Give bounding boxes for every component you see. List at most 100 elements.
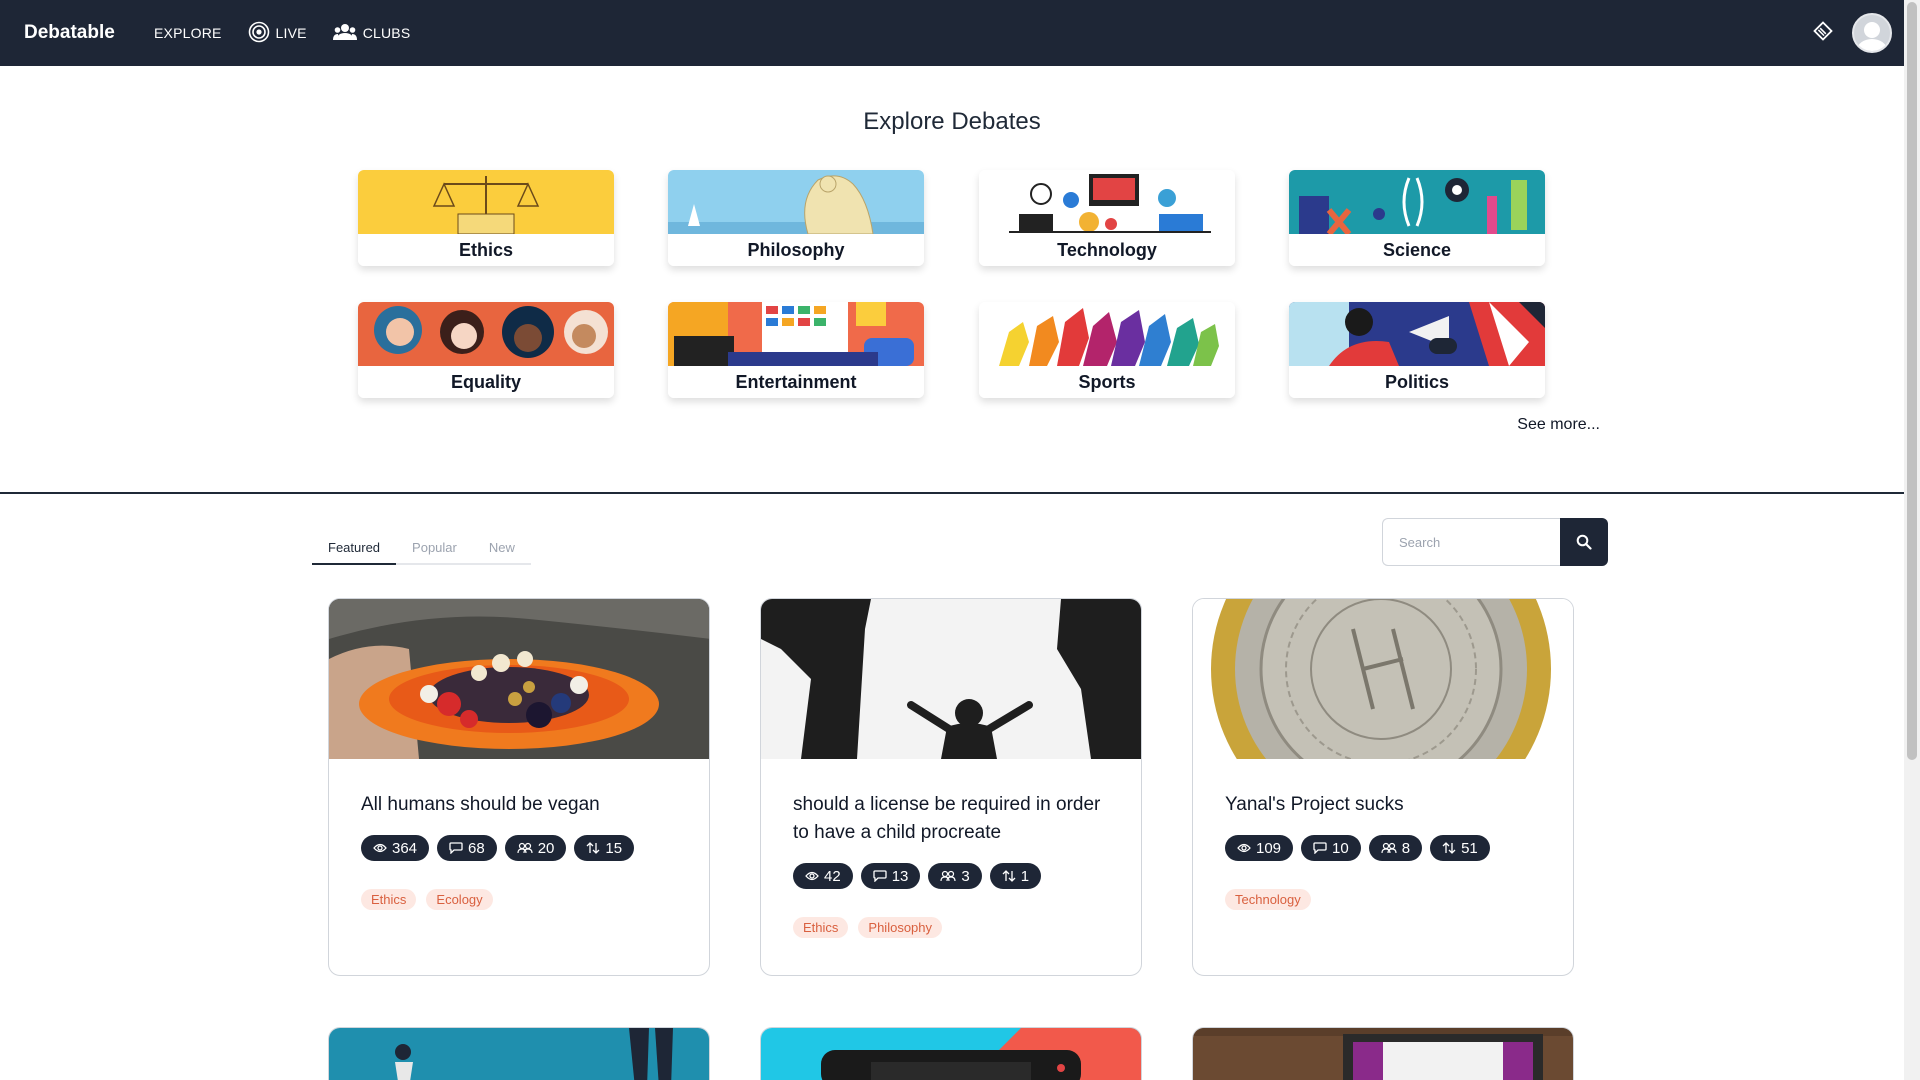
category-card-entertainment[interactable]: Entertainment bbox=[668, 302, 924, 398]
theme-toggle-icon[interactable] bbox=[1812, 20, 1834, 47]
votes-badge: 51 bbox=[1430, 835, 1490, 861]
tab-new[interactable]: New bbox=[473, 532, 531, 563]
tab-popular[interactable]: Popular bbox=[396, 532, 473, 563]
debate-card[interactable]: should a license be required in order to… bbox=[760, 598, 1142, 976]
votes-badge: 1 bbox=[989, 863, 1042, 889]
category-label: Technology bbox=[979, 234, 1235, 266]
category-label: Equality bbox=[358, 366, 614, 398]
category-label: Politics bbox=[1289, 366, 1545, 398]
nav-explore-label: EXPLORE bbox=[154, 25, 222, 41]
category-image-sports bbox=[979, 302, 1235, 366]
comments-badge: 68 bbox=[437, 835, 497, 861]
participants-badge: 8 bbox=[1368, 835, 1423, 861]
category-image-science bbox=[1289, 170, 1545, 234]
votes-count: 51 bbox=[1461, 839, 1478, 857]
category-card-ethics[interactable]: Ethics bbox=[358, 170, 614, 266]
comments-badge: 13 bbox=[860, 863, 921, 889]
category-image-ethics bbox=[358, 170, 614, 234]
tag[interactable]: Technology bbox=[1225, 889, 1311, 910]
debate-stats: 42 13 3 1 bbox=[793, 863, 1042, 889]
participants-count: 8 bbox=[1401, 839, 1411, 857]
comment-icon bbox=[449, 842, 463, 854]
page-scrollbar[interactable] bbox=[1904, 0, 1920, 1080]
debate-card-partial[interactable] bbox=[1192, 1027, 1574, 1080]
comments-count: 10 bbox=[1332, 839, 1349, 857]
tag[interactable]: Ecology bbox=[426, 889, 493, 910]
debate-image bbox=[329, 599, 709, 759]
tag[interactable]: Ethics bbox=[361, 889, 417, 910]
explore-title: Explore Debates bbox=[863, 108, 1041, 135]
top-navbar: Debatable EXPLORE LIVE CLUBS bbox=[0, 0, 1904, 66]
category-card-science[interactable]: Science bbox=[1289, 170, 1545, 266]
scrollbar-thumb[interactable] bbox=[1907, 2, 1917, 760]
debate-tags: Technology bbox=[1225, 889, 1311, 910]
debate-stats: 109 10 8 51 bbox=[1225, 835, 1490, 861]
user-avatar[interactable] bbox=[1852, 13, 1892, 53]
eye-icon bbox=[805, 871, 819, 881]
debate-image bbox=[761, 599, 1141, 759]
see-more-link[interactable]: See more... bbox=[1450, 416, 1600, 434]
section-divider bbox=[0, 492, 1904, 494]
debate-card[interactable]: Yanal's Project sucks 109 10 8 51 Techno… bbox=[1192, 598, 1574, 976]
category-label: Ethics bbox=[358, 234, 614, 266]
category-card-philosophy[interactable]: Philosophy bbox=[668, 170, 924, 266]
search-button[interactable] bbox=[1560, 518, 1608, 566]
debate-tags: Ethics Philosophy bbox=[793, 917, 943, 938]
nav-live[interactable]: LIVE bbox=[248, 21, 307, 46]
search-icon bbox=[1576, 534, 1592, 550]
category-card-technology[interactable]: Technology bbox=[979, 170, 1235, 266]
group-icon bbox=[332, 23, 357, 44]
sort-arrows-icon bbox=[586, 842, 600, 854]
views-count: 364 bbox=[392, 839, 418, 857]
nav-right-group bbox=[1812, 0, 1892, 66]
debate-title[interactable]: should a license be required in order to… bbox=[793, 791, 1113, 847]
views-badge: 364 bbox=[361, 835, 430, 861]
category-label: Science bbox=[1289, 234, 1545, 266]
views-badge: 109 bbox=[1225, 835, 1294, 861]
participants-badge: 20 bbox=[504, 835, 567, 861]
brand-logo[interactable]: Debatable bbox=[24, 22, 154, 44]
participants-count: 3 bbox=[961, 867, 970, 885]
views-count: 109 bbox=[1256, 839, 1282, 857]
debate-tags: Ethics Ecology bbox=[361, 889, 493, 910]
debate-stats: 364 68 20 15 bbox=[361, 835, 635, 861]
debate-card[interactable]: All humans should be vegan 364 68 20 15 … bbox=[328, 598, 710, 976]
users-icon bbox=[940, 870, 956, 882]
category-image-entertainment bbox=[668, 302, 924, 366]
votes-count: 15 bbox=[605, 839, 623, 857]
debate-image bbox=[1193, 1028, 1573, 1080]
category-label: Sports bbox=[979, 366, 1235, 398]
sort-arrows-icon bbox=[1002, 870, 1016, 882]
search-bar bbox=[1382, 518, 1608, 566]
category-card-equality[interactable]: Equality bbox=[358, 302, 614, 398]
debate-image bbox=[329, 1028, 709, 1080]
category-card-sports[interactable]: Sports bbox=[979, 302, 1235, 398]
debate-card-partial[interactable] bbox=[760, 1027, 1142, 1080]
participants-count: 20 bbox=[537, 839, 555, 857]
comments-count: 68 bbox=[468, 839, 485, 857]
debate-title[interactable]: All humans should be vegan bbox=[361, 791, 681, 819]
comments-count: 13 bbox=[891, 867, 909, 885]
category-image-technology bbox=[979, 170, 1235, 234]
category-image-equality bbox=[358, 302, 614, 366]
live-icon bbox=[248, 21, 270, 46]
category-label: Entertainment bbox=[668, 366, 924, 398]
eye-icon bbox=[373, 843, 387, 853]
tag[interactable]: Philosophy bbox=[858, 917, 943, 938]
nav-explore[interactable]: EXPLORE bbox=[154, 25, 222, 41]
debate-card-partial[interactable] bbox=[328, 1027, 710, 1080]
debate-tabs: Featured Popular New bbox=[312, 532, 531, 565]
debate-title[interactable]: Yanal's Project sucks bbox=[1225, 791, 1545, 819]
votes-count: 1 bbox=[1020, 867, 1030, 885]
debate-image bbox=[761, 1028, 1141, 1080]
nav-clubs[interactable]: CLUBS bbox=[332, 23, 411, 44]
comments-badge: 10 bbox=[1301, 835, 1361, 861]
tab-featured[interactable]: Featured bbox=[312, 532, 397, 565]
tag[interactable]: Ethics bbox=[793, 917, 849, 938]
category-image-politics bbox=[1289, 302, 1545, 366]
nav-clubs-label: CLUBS bbox=[362, 25, 411, 41]
category-card-politics[interactable]: Politics bbox=[1289, 302, 1545, 398]
users-icon bbox=[1381, 842, 1397, 854]
search-input[interactable] bbox=[1382, 518, 1560, 566]
nav-live-label: LIVE bbox=[275, 25, 307, 41]
